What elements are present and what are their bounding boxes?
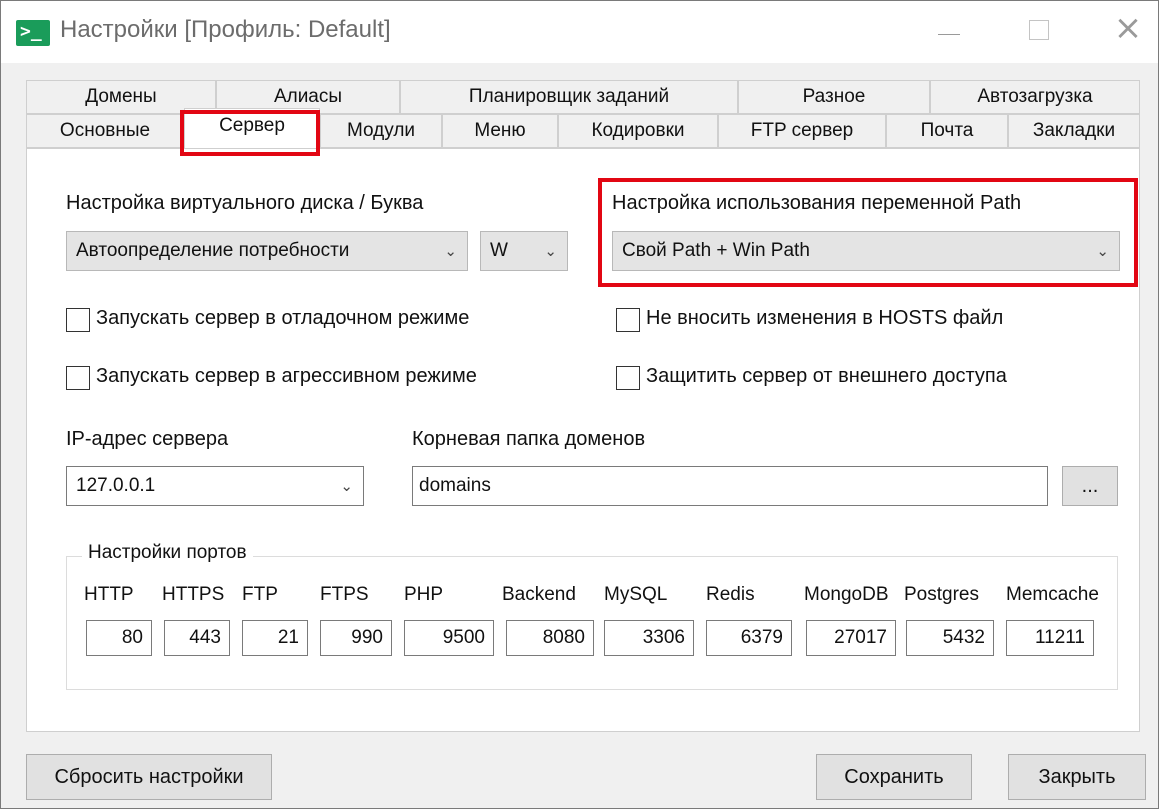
port-label-mysql: MySQL — [604, 584, 668, 605]
protect-server-label: Защитить сервер от внешнего доступа — [646, 365, 1007, 387]
root-folder-label: Корневая папка доменов — [412, 428, 646, 450]
ip-address-value: 127.0.0.1 — [76, 475, 156, 496]
vdisk-letter-select[interactable]: W ⌄ — [480, 231, 568, 271]
port-input-ftp[interactable]: 21 — [242, 620, 308, 656]
aggressive-mode-checkbox[interactable] — [66, 366, 90, 390]
tab-ftp-server[interactable]: FTP сервер — [718, 114, 886, 148]
debug-mode-label: Запускать сервер в отладочном режиме — [96, 307, 470, 329]
aggressive-mode-label: Запускать сервер в агрессивном режиме — [96, 365, 477, 387]
reset-settings-button[interactable]: Сбросить настройки — [26, 754, 272, 800]
close-icon[interactable]: × — [1108, 8, 1148, 48]
chevron-down-icon: ⌄ — [340, 477, 353, 495]
maximize-icon[interactable] — [1020, 16, 1056, 46]
port-input-mongodb[interactable]: 27017 — [806, 620, 896, 656]
port-input-ftps[interactable]: 990 — [320, 620, 392, 656]
port-label-ftp: FTP — [242, 584, 278, 605]
window-title: Настройки [Профиль: Default] — [60, 16, 391, 43]
terminal-icon: >_ — [16, 20, 50, 46]
ip-address-label: IP-адрес сервера — [66, 428, 229, 450]
tab-misc[interactable]: Разное — [738, 80, 930, 114]
port-label-memcache: Memcache — [1006, 584, 1099, 605]
port-input-mysql[interactable]: 3306 — [604, 620, 694, 656]
port-label-http: HTTP — [84, 584, 134, 605]
port-label-https: HTTPS — [162, 584, 225, 605]
port-label-php: PHP — [404, 584, 444, 605]
tab-server-highlight — [180, 110, 320, 156]
path-setting-highlight — [598, 178, 1138, 287]
tab-scheduler[interactable]: Планировщик заданий — [400, 80, 738, 114]
vdisk-select-value: Автоопределение потребности — [76, 240, 350, 261]
tab-main[interactable]: Основные — [26, 114, 184, 148]
tab-autostart[interactable]: Автозагрузка — [930, 80, 1140, 114]
port-input-postgres[interactable]: 5432 — [906, 620, 994, 656]
vdisk-label: Настройка виртуального диска / Буква — [66, 192, 424, 214]
root-folder-input[interactable]: domains — [412, 466, 1048, 506]
tab-menu[interactable]: Меню — [442, 114, 558, 148]
ports-group-title: Настройки портов — [82, 542, 253, 564]
vdisk-select[interactable]: Автоопределение потребности ⌄ — [66, 231, 468, 271]
tab-encodings[interactable]: Кодировки — [558, 114, 718, 148]
port-label-mongodb: MongoDB — [804, 584, 889, 605]
port-input-php[interactable]: 9500 — [404, 620, 494, 656]
browse-button[interactable]: ... — [1062, 466, 1118, 506]
save-button[interactable]: Сохранить — [816, 754, 972, 800]
port-label-postgres: Postgres — [904, 584, 979, 605]
close-button[interactable]: Закрыть — [1008, 754, 1146, 800]
chevron-down-icon: ⌄ — [444, 242, 457, 260]
hosts-label: Не вносить изменения в HOSTS файл — [646, 307, 1004, 329]
chevron-down-icon: ⌄ — [544, 242, 557, 260]
port-input-https[interactable]: 443 — [164, 620, 230, 656]
port-label-redis: Redis — [706, 584, 755, 605]
port-input-backend[interactable]: 8080 — [506, 620, 594, 656]
hosts-checkbox[interactable] — [616, 308, 640, 332]
tab-bookmarks[interactable]: Закладки — [1008, 114, 1140, 148]
protect-server-checkbox[interactable] — [616, 366, 640, 390]
ip-address-select[interactable]: 127.0.0.1 ⌄ — [66, 466, 364, 506]
minimize-icon[interactable] — [930, 16, 966, 46]
tab-modules[interactable]: Модули — [320, 114, 442, 148]
port-input-http[interactable]: 80 — [86, 620, 152, 656]
port-input-redis[interactable]: 6379 — [706, 620, 792, 656]
tab-mail[interactable]: Почта — [886, 114, 1008, 148]
port-label-backend: Backend — [502, 584, 576, 605]
port-label-ftps: FTPS — [320, 584, 369, 605]
port-input-memcache[interactable]: 11211 — [1006, 620, 1094, 656]
debug-mode-checkbox[interactable] — [66, 308, 90, 332]
vdisk-letter-value: W — [490, 240, 508, 261]
